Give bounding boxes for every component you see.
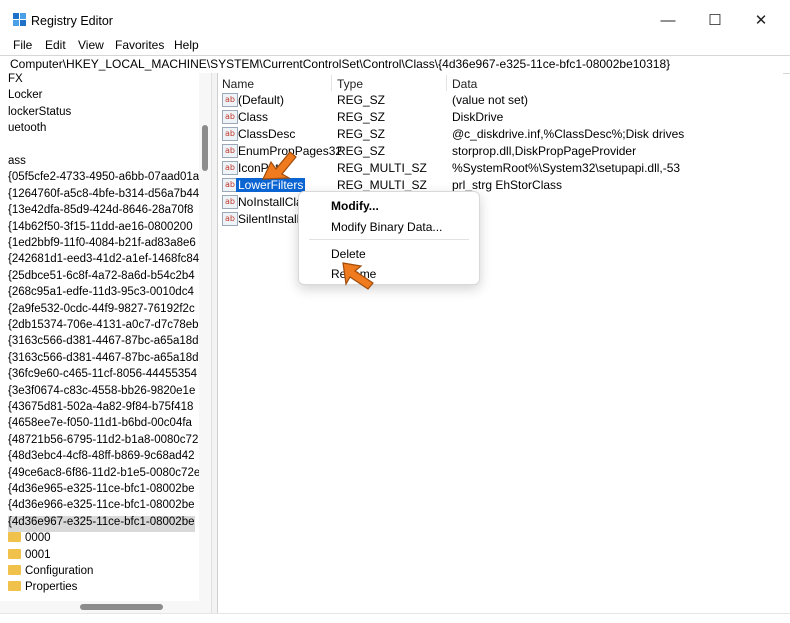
arrow-pointer-icon <box>342 262 374 290</box>
arrow-pointer-icon <box>262 151 297 180</box>
annotation-overlay <box>262 151 374 290</box>
